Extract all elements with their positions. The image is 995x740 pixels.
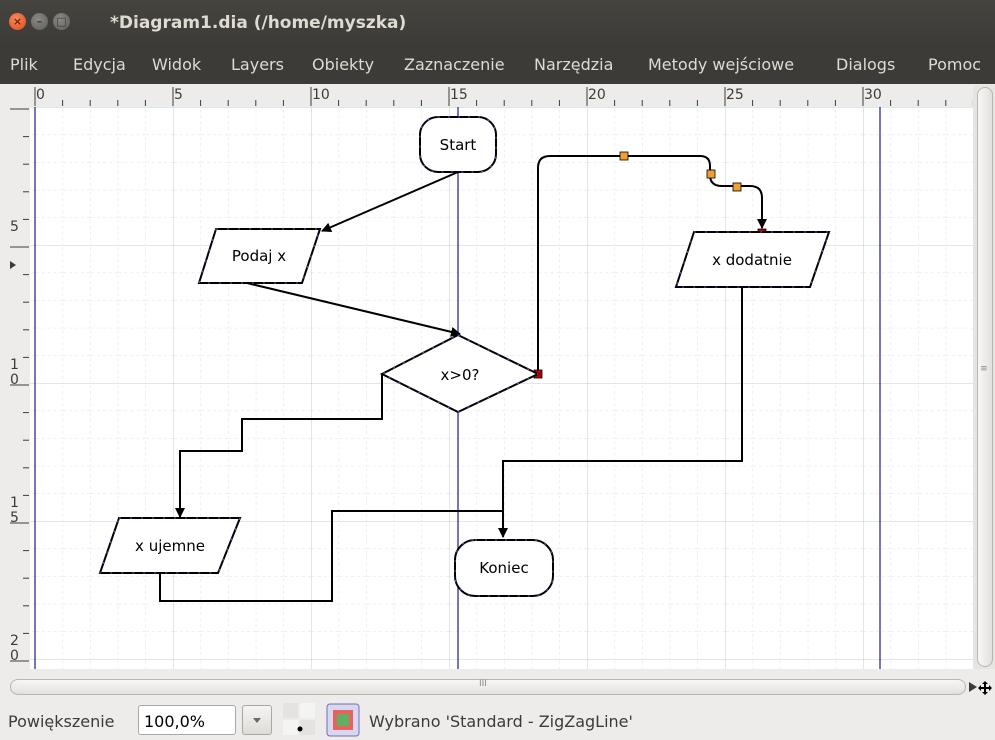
window-title: *Diagram1.dia (/home/myszka) [110, 13, 407, 33]
node-input[interactable]: Podaj x [197, 228, 322, 284]
close-icon: × [12, 15, 23, 28]
node-decision-label: x>0? [441, 366, 480, 384]
zoom-value: 100,0% [144, 712, 206, 731]
menu-zaznaczenie[interactable]: Zaznaczenie [404, 55, 505, 74]
zigzag-handle[interactable] [706, 169, 716, 179]
node-positive[interactable]: x dodatnie [674, 231, 831, 288]
vertical-scrollbar[interactable]: ≡ [973, 85, 995, 669]
menu-edycja[interactable]: Edycja [73, 55, 126, 74]
hruler-label: 10 [312, 87, 330, 103]
horizontal-ruler[interactable]: 0 5 10 15 20 25 30 [30, 85, 974, 108]
minimize-window-button[interactable]: – [31, 13, 48, 30]
hscroll-grip-icon: III [479, 679, 487, 689]
ruler-corner [8, 85, 30, 107]
menu-narzedzia[interactable]: Narzędzia [534, 55, 613, 74]
hruler-label: 30 [864, 87, 882, 103]
node-negative-label: x ujemne [135, 537, 205, 555]
window-titlebar: × – □ *Diagram1.dia (/home/myszka) [0, 0, 995, 46]
menu-pomoc[interactable]: Pomoc [928, 55, 981, 74]
vertical-ruler-ticks [10, 108, 29, 662]
selection-status: Wybrano 'Standard - ZigZagLine' [369, 712, 633, 731]
menu-dialogs[interactable]: Dialogs [836, 55, 895, 74]
zoom-input[interactable]: 100,0% [138, 705, 236, 735]
menu-bar: Plik Edycja Widok Layers Obiekty Zaznacz… [0, 46, 995, 84]
node-end[interactable]: Koniec [454, 539, 554, 597]
menu-plik[interactable]: Plik [10, 55, 38, 74]
maximize-icon: □ [56, 15, 67, 28]
maximize-window-button[interactable]: □ [53, 13, 70, 30]
chevron-down-icon [253, 718, 261, 723]
vertical-ruler[interactable]: 5 1 0 1 5 2 0 [8, 107, 31, 669]
minimize-icon: – [36, 15, 43, 28]
node-positive-label: x dodatnie [712, 251, 792, 269]
horizontal-scrollbar-thumb[interactable]: III [10, 679, 966, 695]
menu-metody-wejsciowe[interactable]: Metody wejściowe [648, 55, 794, 74]
menu-widok[interactable]: Widok [152, 55, 201, 74]
hruler-label: 0 [36, 87, 45, 103]
hruler-label: 5 [174, 87, 183, 103]
node-input-label: Podaj x [232, 247, 286, 265]
horizontal-scrollbar[interactable]: III [8, 677, 977, 697]
zoom-dropdown-button[interactable] [242, 705, 272, 735]
vertical-scrollbar-thumb[interactable]: ≡ [977, 87, 993, 667]
diagram-canvas[interactable]: Start Podaj x x>0? x dodatnie x ujemne K… [30, 107, 973, 669]
hruler-label: 20 [588, 87, 606, 103]
vruler-label: 5 [10, 510, 19, 526]
status-bar: Powiększenie 100,0% Wybrano 'Standard - … [0, 700, 995, 740]
zoom-label: Powiększenie [8, 712, 115, 731]
vruler-label: 0 [10, 372, 19, 388]
menu-layers[interactable]: Layers [231, 55, 284, 74]
node-end-label: Koniec [479, 559, 528, 577]
diagram-svg[interactable]: Start Podaj x x>0? x dodatnie x ujemne K… [30, 107, 973, 669]
vruler-label: 0 [10, 648, 19, 664]
horizontal-ruler-ticks [34, 87, 974, 106]
vruler-label: 5 [10, 219, 19, 235]
close-window-button[interactable]: × [9, 13, 26, 30]
node-negative[interactable]: x ujemne [98, 517, 242, 574]
zigzag-handle[interactable] [619, 151, 629, 161]
snap-to-grid-icon[interactable] [282, 702, 318, 738]
node-start-label: Start [440, 136, 477, 154]
ruler-position-marker-icon [10, 261, 16, 269]
navigation-move-icon[interactable] [977, 680, 993, 696]
node-start[interactable]: Start [419, 116, 497, 173]
vruler-label: 1 [10, 357, 19, 373]
menu-obiekty[interactable]: Obiekty [312, 55, 374, 74]
vscroll-grip-icon: ≡ [980, 364, 988, 374]
object-highlight-icon[interactable] [326, 703, 360, 737]
hruler-label: 25 [726, 87, 744, 103]
vruler-label: 2 [10, 633, 19, 649]
vruler-label: 1 [10, 495, 19, 511]
zigzag-handle[interactable] [732, 182, 742, 192]
hruler-label: 15 [450, 87, 468, 103]
